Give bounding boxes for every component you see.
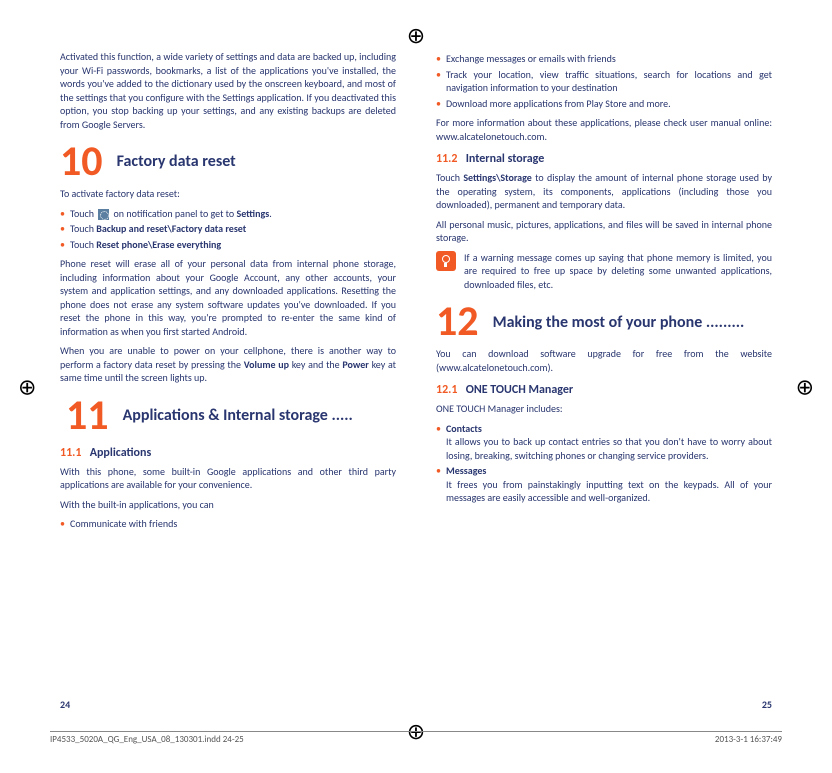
section-10-header: 10 Factory data reset bbox=[60, 141, 396, 183]
step-touch-settings: Touch on notification panel to get to Se… bbox=[60, 207, 396, 221]
page-spread: Activated this function, a wide variety … bbox=[0, 0, 832, 773]
subsection-11-2: 11.2 Internal storage bbox=[436, 151, 772, 167]
section-11-header: 11 Applications & Internal storage ..... bbox=[60, 395, 396, 437]
bullet-track: Track your location, view traffic situat… bbox=[436, 68, 772, 95]
settings-icon bbox=[98, 209, 109, 220]
section-12-header: 12 Making the most of your phone .......… bbox=[436, 301, 772, 343]
sec12-p1: You can download software upgrade for fr… bbox=[436, 347, 772, 374]
lightbulb-icon bbox=[436, 251, 456, 271]
footer-filename: IP4533_5020A_QG_Eng_USA_08_130301.indd 2… bbox=[50, 734, 244, 745]
feature-messages: Messages It frees you from painstakingly… bbox=[436, 464, 772, 505]
factory-reset-p1: Phone reset will erase all of your perso… bbox=[60, 257, 396, 338]
bullet-download: Download more applications from Play Sto… bbox=[436, 97, 772, 111]
apps-p1: With this phone, some built-in Google ap… bbox=[60, 465, 396, 492]
bullet-communicate: Communicate with friends bbox=[60, 517, 396, 531]
intro-paragraph: Activated this function, a wide variety … bbox=[60, 50, 396, 131]
apps-bullets-continued: Exchange messages or emails with friends… bbox=[436, 52, 772, 110]
section-title-make-most: Making the most of your phone ......... bbox=[493, 313, 745, 332]
step-touch-backup: Touch Backup and reset\Factory data rese… bbox=[60, 222, 396, 236]
page-number-right: 25 bbox=[762, 698, 772, 711]
apps-p2: With the built-in applications, you can bbox=[60, 498, 396, 512]
tip-box: If a warning message comes up saying tha… bbox=[436, 251, 772, 292]
otm-lead: ONE TOUCH Manager includes: bbox=[436, 402, 772, 416]
section-number-11: 11 bbox=[66, 395, 109, 437]
section-title-apps-storage: Applications & Internal storage ..... bbox=[123, 406, 353, 425]
storage-p2: All personal music, pictures, applicatio… bbox=[436, 218, 772, 245]
apps-bullets: Communicate with friends bbox=[60, 517, 396, 531]
footer-timestamp: 2013-3-1 16:37:49 bbox=[715, 734, 782, 745]
factory-reset-lead: To activate factory data reset: bbox=[60, 187, 396, 201]
factory-reset-p2: When you are unable to power on your cel… bbox=[60, 344, 396, 385]
print-footer: IP4533_5020A_QG_Eng_USA_08_130301.indd 2… bbox=[50, 731, 782, 745]
section-number-10: 10 bbox=[60, 141, 103, 183]
step-touch-reset: Touch Reset phone\Erase everything bbox=[60, 238, 396, 252]
factory-reset-steps: Touch on notification panel to get to Se… bbox=[60, 207, 396, 252]
page-number-left: 24 bbox=[60, 698, 70, 711]
feature-contacts: Contacts It allows you to back up contac… bbox=[436, 422, 772, 463]
storage-p1: Touch Settings\Storage to display the am… bbox=[436, 171, 772, 212]
section-number-12: 12 bbox=[436, 301, 479, 343]
otm-features: Contacts It allows you to back up contac… bbox=[436, 422, 772, 505]
bullet-exchange: Exchange messages or emails with friends bbox=[436, 52, 772, 66]
right-column: Exchange messages or emails with friends… bbox=[416, 50, 772, 693]
section-title-factory-reset: Factory data reset bbox=[117, 152, 236, 171]
subsection-11-1: 11.1 Applications bbox=[60, 445, 396, 461]
left-column: Activated this function, a wide variety … bbox=[60, 50, 416, 693]
apps-more-info: For more information about these applica… bbox=[436, 116, 772, 143]
tip-text: If a warning message comes up saying tha… bbox=[464, 251, 772, 292]
subsection-12-1: 12.1 ONE TOUCH Manager bbox=[436, 382, 772, 398]
